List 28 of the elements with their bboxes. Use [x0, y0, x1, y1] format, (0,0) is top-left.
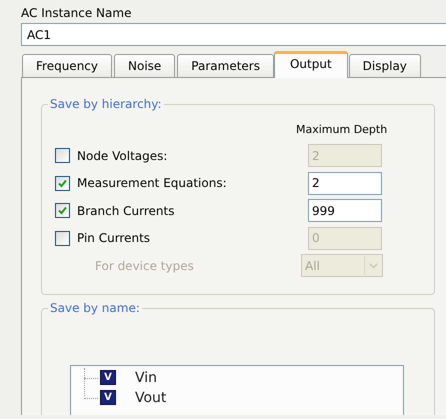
tab[interactable]: Noise	[114, 54, 176, 77]
checkbox[interactable]	[55, 203, 70, 218]
tab[interactable]: Parameters	[177, 54, 274, 77]
checkbox[interactable]	[55, 148, 70, 164]
instance-name-field[interactable]: AC1	[21, 23, 446, 46]
tab[interactable]: Frequency	[22, 54, 112, 77]
voltage-icon: V	[100, 370, 116, 385]
checkbox-label: Measurement Equations:	[77, 176, 228, 190]
checkmark-icon	[58, 206, 67, 216]
column-heading: Maximum Depth	[296, 123, 388, 136]
checkbox[interactable]	[55, 230, 70, 246]
checkbox-label: Branch Currents	[77, 204, 176, 218]
voltage-icon: V	[100, 390, 116, 405]
checkbox-label: Node Voltages:	[77, 148, 168, 163]
tree-item[interactable]: Vout	[135, 390, 166, 406]
tree-item[interactable]: Vin	[135, 370, 158, 386]
tab[interactable]: Output	[274, 51, 348, 78]
depth-field[interactable]: 2	[308, 172, 382, 195]
group-title: Save by name:	[48, 300, 142, 314]
chevron-down-icon	[368, 262, 378, 269]
checkmark-icon	[58, 178, 67, 188]
checkbox-label: Pin Currents	[77, 231, 152, 246]
select-label: For device types	[95, 258, 195, 273]
tab[interactable]: Display	[348, 54, 421, 77]
checkbox[interactable]	[55, 176, 70, 191]
group-title: Save by hierarchy:	[48, 97, 164, 111]
field-label: AC Instance Name	[21, 6, 132, 20]
depth-field[interactable]: 999	[308, 199, 382, 222]
